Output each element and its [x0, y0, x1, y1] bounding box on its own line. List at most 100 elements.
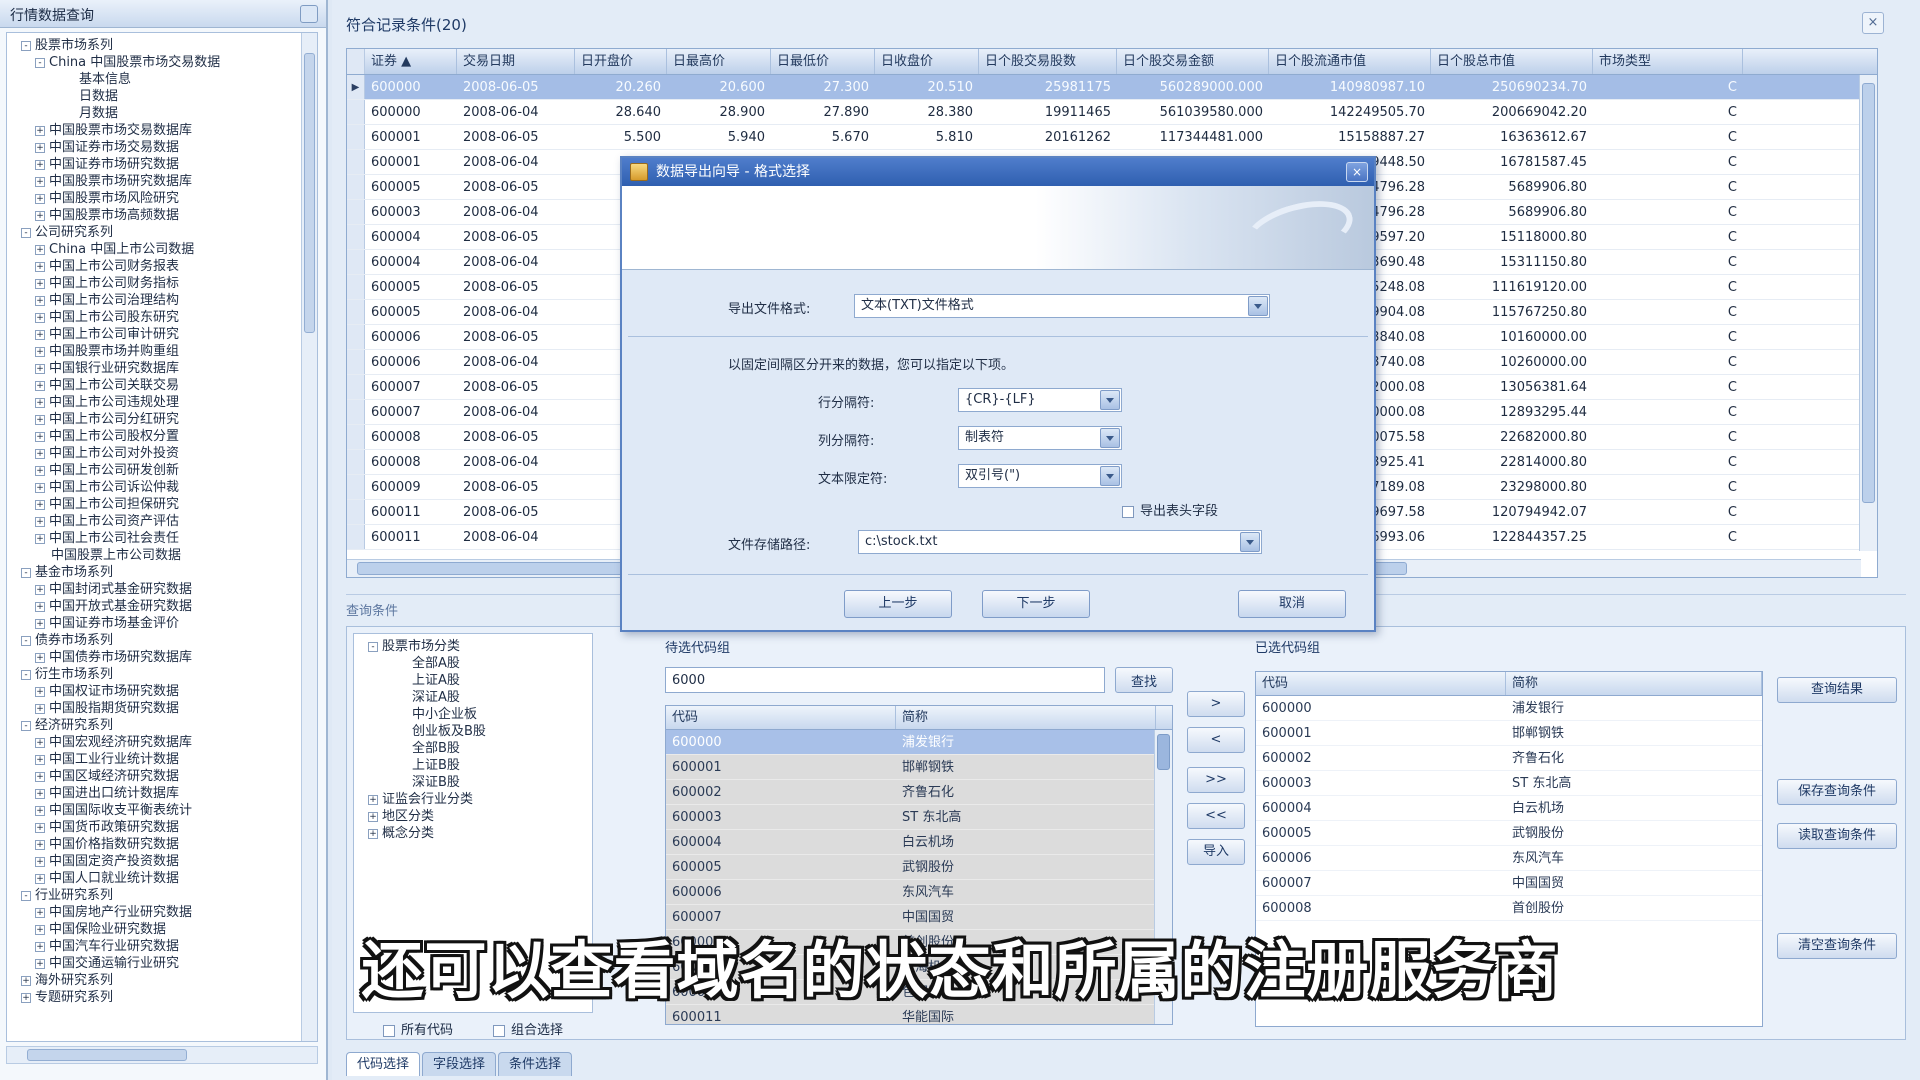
collapse-icon[interactable]: - — [21, 890, 31, 901]
row-header[interactable] — [347, 525, 365, 549]
tree-node[interactable]: + 中国证券市场交易数据 — [7, 139, 317, 156]
expand-icon[interactable]: + — [35, 244, 45, 255]
tab-code-select[interactable]: 代码选择 — [346, 1052, 421, 1076]
grid-column-header[interactable]: 日个股流通市值 — [1269, 49, 1431, 74]
tree-node[interactable]: + 中国固定资产投资数据 — [7, 853, 317, 870]
expand-icon[interactable]: + — [35, 788, 45, 799]
tree-node[interactable]: + 中国工业行业统计数据 — [7, 751, 317, 768]
expand-icon[interactable]: + — [35, 737, 45, 748]
tree-node[interactable]: 上证B股 — [354, 757, 592, 774]
expand-icon[interactable]: + — [35, 822, 45, 833]
tree-node[interactable]: + China 中国上市公司数据 — [7, 241, 317, 258]
expand-icon[interactable]: + — [368, 811, 378, 822]
chevron-down-icon[interactable] — [1100, 428, 1120, 448]
row-header[interactable] — [347, 125, 365, 149]
tree-node[interactable]: + 中国上市公司社会责任 — [7, 530, 317, 547]
row-header[interactable] — [347, 300, 365, 324]
current-row-arrow-icon[interactable]: ▶ — [347, 75, 365, 99]
tree-node[interactable]: + 中国股票市场并购重组 — [7, 343, 317, 360]
tree-node[interactable]: + 中国股票市场研究数据库 — [7, 173, 317, 190]
export-format-select[interactable]: 文本(TXT)文件格式 — [854, 294, 1270, 318]
tree-node[interactable]: - 债券市场系列 — [7, 632, 317, 649]
list-item[interactable]: 600007 中国国贸 — [1256, 871, 1762, 896]
expand-icon[interactable]: + — [35, 856, 45, 867]
row-header[interactable] — [347, 325, 365, 349]
query-result-button[interactable]: 查询结果 — [1777, 677, 1897, 703]
tree-node[interactable]: + 中国上市公司对外投资 — [7, 445, 317, 462]
grid-column-header[interactable]: 日个股总市值 — [1431, 49, 1593, 74]
expand-icon[interactable]: + — [35, 363, 45, 374]
tree-node[interactable]: + 中国上市公司资产评估 — [7, 513, 317, 530]
list-item[interactable]: 600000 浦发银行 — [1256, 696, 1762, 721]
list-item[interactable]: 600001 邯郸钢铁 — [1256, 721, 1762, 746]
tree-node[interactable]: - 股票市场分类 — [354, 638, 592, 655]
expand-icon[interactable]: + — [35, 805, 45, 816]
list-item[interactable]: 600000 浦发银行 — [666, 730, 1172, 755]
scroll-thumb[interactable] — [304, 53, 315, 333]
tree-node[interactable]: 上证A股 — [354, 672, 592, 689]
col-name[interactable]: 简称 — [1506, 672, 1762, 695]
list-item[interactable]: 600004 白云机场 — [666, 830, 1172, 855]
checkbox-icon[interactable] — [493, 1024, 506, 1037]
row-separator-select[interactable]: {CR}-{LF} — [958, 388, 1122, 412]
expand-icon[interactable]: + — [35, 329, 45, 340]
scroll-thumb[interactable] — [1157, 734, 1170, 770]
tree-horizontal-scrollbar[interactable] — [6, 1046, 318, 1064]
tree-node[interactable]: + 中国开放式基金研究数据 — [7, 598, 317, 615]
list-item[interactable]: 600006 东风汽车 — [1256, 846, 1762, 871]
close-icon[interactable]: × — [1862, 12, 1884, 34]
tree-node[interactable]: 深证B股 — [354, 774, 592, 791]
next-button[interactable]: 下一步 — [982, 590, 1090, 618]
grid-column-header[interactable]: 日最低价 — [771, 49, 875, 74]
expand-icon[interactable]: + — [35, 533, 45, 544]
expand-icon[interactable]: + — [35, 465, 45, 476]
tree-node[interactable]: + 中国上市公司审计研究 — [7, 326, 317, 343]
list-item[interactable]: 600003 ST 东北高 — [666, 805, 1172, 830]
expand-icon[interactable]: + — [35, 771, 45, 782]
text-qualifier-select[interactable]: 双引号(") — [958, 464, 1122, 488]
column-separator-select[interactable]: 制表符 — [958, 426, 1122, 450]
tree-node[interactable]: + 中国进出口统计数据库 — [7, 785, 317, 802]
tree-node[interactable]: - 经济研究系列 — [7, 717, 317, 734]
expand-icon[interactable]: + — [35, 584, 45, 595]
file-path-input[interactable]: c:\stock.txt — [858, 530, 1262, 554]
collapse-icon[interactable]: - — [35, 57, 45, 68]
col-code[interactable]: 代码 — [1256, 672, 1506, 695]
tree-node[interactable]: + 中国上市公司担保研究 — [7, 496, 317, 513]
tree-node[interactable]: + 中国上市公司分红研究 — [7, 411, 317, 428]
list-item[interactable]: 600001 邯郸钢铁 — [666, 755, 1172, 780]
chevron-down-icon[interactable] — [1100, 390, 1120, 410]
folder-browse-icon[interactable] — [1240, 532, 1260, 552]
expand-icon[interactable]: + — [35, 907, 45, 918]
collapse-icon[interactable]: - — [368, 641, 378, 652]
grid-column-header[interactable]: 日开盘价 — [575, 49, 667, 74]
tree-node[interactable]: 创业板及B股 — [354, 723, 592, 740]
grid-column-header[interactable]: 日最高价 — [667, 49, 771, 74]
expand-icon[interactable]: + — [35, 312, 45, 323]
list-item[interactable]: 600006 东风汽车 — [666, 880, 1172, 905]
tree-node[interactable]: + 中国股票市场高频数据 — [7, 207, 317, 224]
tree-vertical-scrollbar[interactable] — [301, 33, 317, 1041]
import-button[interactable]: 导入 — [1187, 839, 1245, 865]
list-item[interactable]: 600008 首创股份 — [1256, 896, 1762, 921]
tree-node[interactable]: - 行业研究系列 — [7, 887, 317, 904]
collapse-icon[interactable]: - — [21, 567, 31, 578]
previous-button[interactable]: 上一步 — [844, 590, 952, 618]
expand-icon[interactable]: + — [35, 295, 45, 306]
expand-icon[interactable]: + — [35, 448, 45, 459]
collapse-icon[interactable]: - — [21, 669, 31, 680]
row-header[interactable] — [347, 275, 365, 299]
tree-node[interactable]: 中小企业板 — [354, 706, 592, 723]
scroll-thumb[interactable] — [1862, 83, 1875, 503]
row-header[interactable] — [347, 450, 365, 474]
close-icon[interactable]: × — [1346, 162, 1368, 182]
expand-icon[interactable]: + — [35, 839, 45, 850]
expand-icon[interactable]: + — [35, 380, 45, 391]
search-button[interactable]: 查找 — [1115, 667, 1173, 693]
move-right-button[interactable]: > — [1187, 691, 1245, 717]
expand-icon[interactable]: + — [35, 414, 45, 425]
collapse-icon[interactable]: - — [21, 227, 31, 238]
tree-node[interactable]: + 中国证券市场研究数据 — [7, 156, 317, 173]
tree-node[interactable]: + 中国人口就业统计数据 — [7, 870, 317, 887]
tree-node[interactable]: + 中国上市公司股权分置 — [7, 428, 317, 445]
